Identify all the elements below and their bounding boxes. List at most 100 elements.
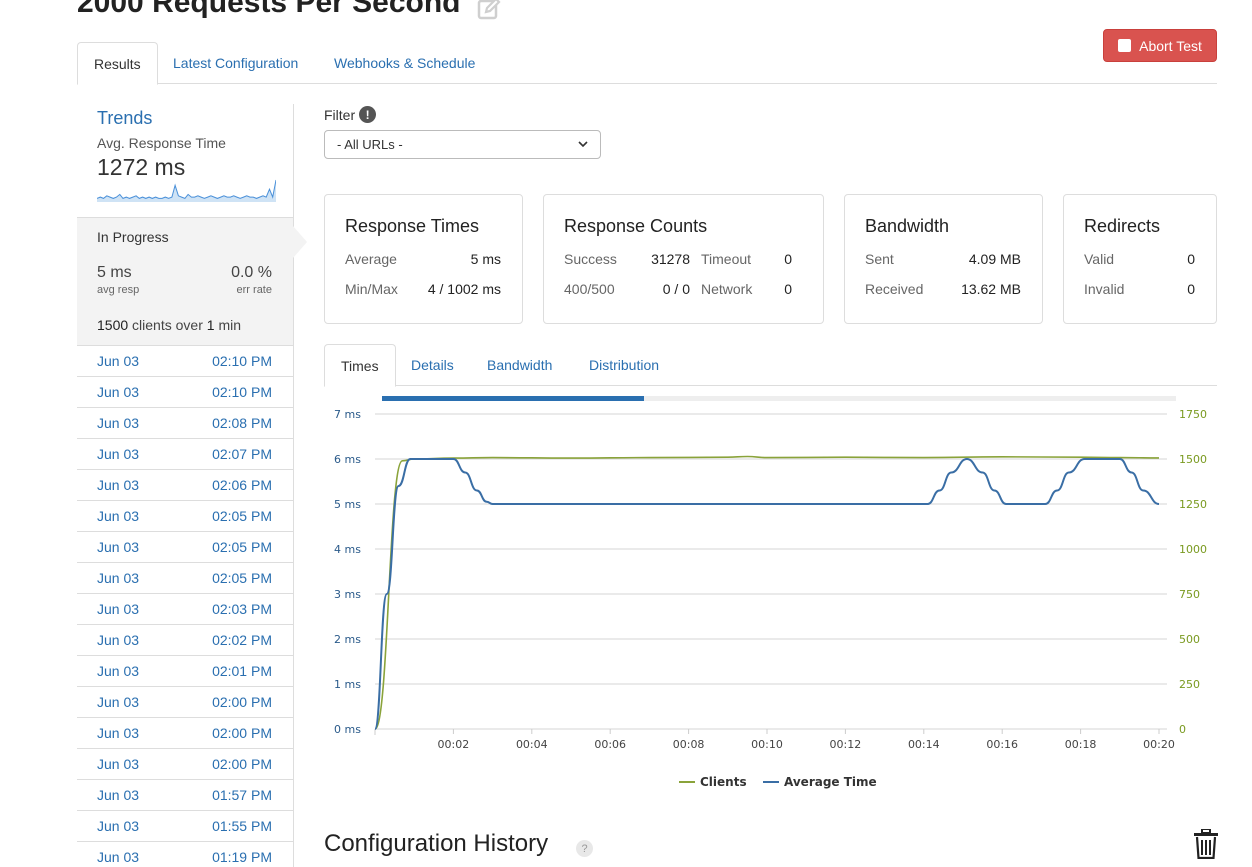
run-row[interactable]: Jun 03 02:05 PM	[77, 562, 293, 593]
run-date[interactable]: Jun 03	[97, 787, 139, 803]
run-time[interactable]: 02:05 PM	[212, 539, 272, 555]
chevron-down-icon	[578, 141, 588, 148]
y-right-tick: 1750	[1179, 408, 1207, 421]
info-icon[interactable]: !	[359, 106, 377, 123]
run-row[interactable]: Jun 03 02:07 PM	[77, 438, 293, 469]
run-time[interactable]: 02:00 PM	[212, 725, 272, 741]
run-time[interactable]: 02:00 PM	[212, 756, 272, 772]
tab-details[interactable]: Details	[395, 344, 470, 386]
run-row[interactable]: Jun 03 01:57 PM	[77, 779, 293, 810]
y-right-tick: 500	[1179, 633, 1200, 646]
run-time[interactable]: 02:00 PM	[212, 694, 272, 710]
card-title: Response Times	[345, 216, 480, 236]
run-date[interactable]: Jun 03	[97, 477, 139, 493]
run-date[interactable]: Jun 03	[97, 849, 139, 865]
run-row[interactable]: Jun 03 02:02 PM	[77, 624, 293, 655]
progress-panel[interactable]: In Progress 5 ms avg resp 0.0 % err rate…	[77, 217, 307, 345]
average-label: Average	[345, 251, 397, 267]
url-filter-select[interactable]: - All URLs -	[324, 130, 601, 159]
run-time[interactable]: 02:07 PM	[212, 446, 272, 462]
x-tick-label: 00:18	[1065, 738, 1097, 751]
run-date[interactable]: Jun 03	[97, 508, 139, 524]
help-icon[interactable]: ?	[576, 840, 593, 857]
run-date[interactable]: Jun 03	[97, 446, 139, 462]
run-row[interactable]: Jun 03 02:00 PM	[77, 686, 293, 717]
run-time[interactable]: 02:05 PM	[212, 508, 272, 524]
progress-fill	[382, 396, 644, 401]
run-date[interactable]: Jun 03	[97, 539, 139, 555]
run-row[interactable]: Jun 03 01:55 PM	[77, 810, 293, 841]
run-time[interactable]: 02:08 PM	[212, 415, 272, 431]
run-time[interactable]: 02:02 PM	[212, 632, 272, 648]
run-date[interactable]: Jun 03	[97, 632, 139, 648]
run-time[interactable]: 01:57 PM	[212, 787, 272, 803]
run-row[interactable]: Jun 03 02:05 PM	[77, 500, 293, 531]
run-row[interactable]: Jun 03 02:10 PM	[77, 345, 293, 376]
err-rate-label: err rate	[236, 284, 272, 296]
y-left-tick: 2 ms	[334, 633, 361, 646]
progress-arrow	[293, 226, 307, 258]
run-row[interactable]: Jun 03 02:08 PM	[77, 407, 293, 438]
minmax-value: 4 / 1002 ms	[427, 281, 501, 297]
y-right-tick: 0	[1179, 723, 1186, 736]
trash-icon[interactable]	[1194, 829, 1218, 859]
run-time[interactable]: 02:05 PM	[212, 570, 272, 586]
duration-unit: min	[218, 317, 241, 333]
run-time[interactable]: 01:19 PM	[212, 849, 272, 865]
series-line-clients	[374, 455, 1160, 730]
run-date[interactable]: Jun 03	[97, 353, 139, 369]
tab-times[interactable]: Times	[324, 344, 396, 387]
received-value: 13.62 MB	[961, 281, 1021, 297]
run-date[interactable]: Jun 03	[97, 694, 139, 710]
response-time-chart[interactable]: 0 ms 1 ms 2 ms 3 ms 4 ms 5 ms 6 ms 7 ms 0 250 500 7…	[324, 390, 1217, 800]
run-date[interactable]: Jun 03	[97, 725, 139, 741]
run-row[interactable]: Jun 03 02:00 PM	[77, 717, 293, 748]
x-tick-label: 00:02	[438, 738, 470, 751]
run-time[interactable]: 02:03 PM	[212, 601, 272, 617]
y-left-tick: 5 ms	[334, 498, 361, 511]
tab-webhooks-schedule[interactable]: Webhooks & Schedule	[318, 42, 491, 84]
card-title: Bandwidth	[865, 216, 950, 236]
y-left-tick: 4 ms	[334, 543, 361, 556]
run-time[interactable]: 02:10 PM	[212, 353, 272, 369]
valid-label: Valid	[1084, 251, 1115, 267]
url-filter-value: - All URLs -	[337, 137, 403, 152]
tab-latest-configuration[interactable]: Latest Configuration	[157, 42, 314, 84]
x-tick-label: 00:04	[516, 738, 548, 751]
tab-bandwidth[interactable]: Bandwidth	[471, 344, 568, 386]
trends-sparkline[interactable]	[97, 178, 276, 202]
avg-resp-value: 5 ms	[97, 264, 132, 281]
run-row[interactable]: Jun 03 02:10 PM	[77, 376, 293, 407]
run-row[interactable]: Jun 03 02:05 PM	[77, 531, 293, 562]
run-time[interactable]: 02:01 PM	[212, 663, 272, 679]
sparkline-line	[97, 179, 276, 200]
run-time[interactable]: 02:06 PM	[212, 477, 272, 493]
run-date[interactable]: Jun 03	[97, 756, 139, 772]
run-date[interactable]: Jun 03	[97, 415, 139, 431]
run-date[interactable]: Jun 03	[97, 384, 139, 400]
trends-link[interactable]: Trends	[97, 108, 152, 129]
run-date[interactable]: Jun 03	[97, 601, 139, 617]
x-tick-label: 00:06	[594, 738, 626, 751]
run-row[interactable]: Jun 03 02:06 PM	[77, 469, 293, 500]
invalid-label: Invalid	[1084, 281, 1125, 297]
run-time[interactable]: 01:55 PM	[212, 818, 272, 834]
run-row[interactable]: Jun 03 01:19 PM	[77, 841, 293, 867]
run-row[interactable]: Jun 03 02:01 PM	[77, 655, 293, 686]
run-date[interactable]: Jun 03	[97, 663, 139, 679]
run-row[interactable]: Jun 03 02:00 PM	[77, 748, 293, 779]
card-title: Redirects	[1084, 216, 1161, 236]
success-value: 31278	[651, 251, 690, 267]
run-date[interactable]: Jun 03	[97, 570, 139, 586]
tab-results[interactable]: Results	[77, 42, 158, 85]
edit-icon[interactable]	[476, 0, 502, 22]
sparkline-area	[97, 180, 276, 202]
tab-distribution[interactable]: Distribution	[573, 344, 675, 386]
clients-text: clients over	[132, 317, 203, 333]
filter-label: Filter !	[324, 106, 377, 123]
received-label: Received	[865, 281, 924, 297]
bandwidth-card: Bandwidth Sent 4.09 MB Received 13.62 MB	[844, 194, 1043, 324]
run-time[interactable]: 02:10 PM	[212, 384, 272, 400]
run-row[interactable]: Jun 03 02:03 PM	[77, 593, 293, 624]
run-date[interactable]: Jun 03	[97, 818, 139, 834]
